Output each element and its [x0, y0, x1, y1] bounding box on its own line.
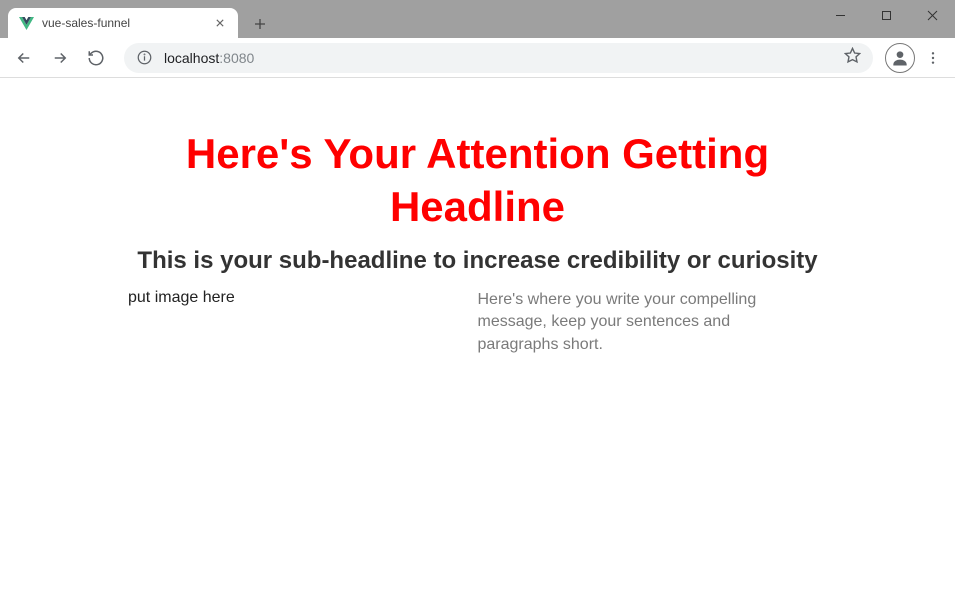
reload-button[interactable] [80, 42, 112, 74]
window-titlebar: vue-sales-funnel [0, 0, 955, 38]
toolbar-right [885, 42, 947, 74]
image-placeholder-text: put image here [128, 289, 478, 356]
page-subheadline: This is your sub-headline to increase cr… [0, 247, 955, 275]
window-maximize-button[interactable] [863, 0, 909, 30]
content-columns: put image here Here's where you write yo… [0, 275, 955, 356]
browser-toolbar: localhost:8080 [0, 38, 955, 78]
back-button[interactable] [8, 42, 40, 74]
browser-menu-button[interactable] [919, 42, 947, 74]
url-text: localhost:8080 [164, 50, 254, 66]
site-info-icon[interactable] [136, 50, 152, 66]
tab-title: vue-sales-funnel [42, 16, 212, 30]
profile-avatar-button[interactable] [885, 43, 915, 73]
tab-close-icon[interactable] [212, 15, 228, 31]
bookmark-star-icon[interactable] [844, 47, 861, 69]
new-tab-button[interactable] [246, 10, 274, 38]
window-controls [817, 0, 955, 30]
vue-favicon-icon [18, 15, 34, 31]
body-copy: Here's where you write your compelling m… [478, 289, 828, 356]
browser-tab[interactable]: vue-sales-funnel [8, 8, 238, 38]
page-content: Here's Your Attention Getting Headline T… [0, 78, 955, 356]
tab-strip: vue-sales-funnel [0, 0, 817, 38]
window-minimize-button[interactable] [817, 0, 863, 30]
window-close-button[interactable] [909, 0, 955, 30]
address-bar[interactable]: localhost:8080 [124, 43, 873, 73]
page-headline: Here's Your Attention Getting Headline [0, 128, 955, 233]
forward-button[interactable] [44, 42, 76, 74]
